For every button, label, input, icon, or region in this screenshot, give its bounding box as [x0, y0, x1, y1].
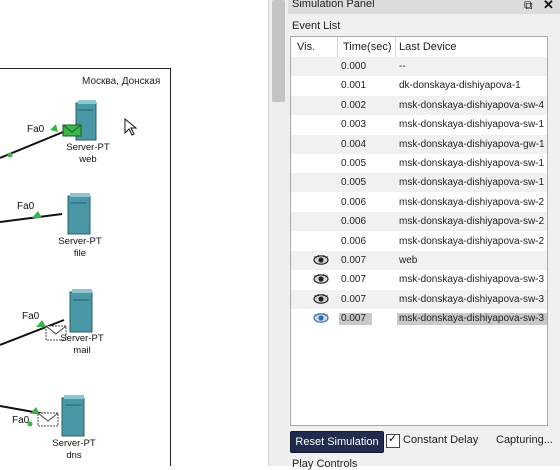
event-time: 0.005 [341, 158, 367, 169]
eye-icon[interactable] [313, 254, 329, 266]
panel-title-bar: Simulation Panel ⧉ ✕ [288, 0, 560, 14]
event-time: 0.000 [341, 61, 367, 72]
event-row[interactable]: 0.002 msk-donskaya-dishiyapova-sw-4 [291, 95, 547, 115]
server-name-label: file [73, 248, 87, 259]
server-dns[interactable]: Server-PT dns [46, 438, 102, 462]
event-last-device: -- [399, 61, 406, 72]
server-dns-icon [61, 395, 85, 437]
server-mail[interactable]: Server-PT mail [54, 333, 110, 357]
workspace-scrollbar[interactable] [268, 0, 289, 466]
server-name-label: mail [73, 345, 91, 356]
link-dot [7, 152, 13, 158]
event-row[interactable]: 0.005 msk-donskaya-dishiyapova-sw-1 [291, 154, 547, 173]
topology-diagram [0, 100, 138, 437]
event-row[interactable]: 0.004 msk-donskaya-dishiyapova-gw-1 [291, 134, 547, 154]
event-last-device: dk-donskaya-dishiyapova-1 [399, 80, 521, 92]
event-row[interactable]: 0.000 -- [291, 57, 547, 76]
event-row[interactable]: 0.007 msk-donskaya-dishiyapova-sw-3 [291, 309, 547, 328]
event-time: 0.005 [341, 177, 367, 189]
constant-delay-checkbox[interactable]: ✓ [386, 433, 400, 448]
event-last-device: msk-donskaya-dishiyapova-sw-1 [399, 177, 545, 189]
play-controls-label: Play Controls [292, 458, 358, 470]
port-label-web: Fa0 [27, 124, 45, 135]
event-time: 0.006 [341, 196, 367, 208]
event-row[interactable]: 0.006 msk-donskaya-dishiyapova-sw-2 [291, 212, 547, 232]
eye-icon[interactable] [313, 293, 329, 305]
capturing-status: Capturing... [496, 434, 553, 446]
event-time: 0.002 [341, 99, 367, 111]
event-time: 0.006 [341, 235, 367, 247]
server-type-label: Server-PT [52, 438, 96, 449]
envelope-icon [62, 124, 82, 137]
event-last-device: msk-donskaya-dishiyapova-sw-4 [399, 99, 545, 111]
link-file [0, 213, 63, 223]
event-list-label: Event List [292, 20, 341, 32]
server-name-label: web [79, 154, 97, 165]
close-icon[interactable]: ✕ [543, 0, 554, 13]
undock-icon[interactable]: ⧉ [524, 0, 533, 13]
event-row[interactable]: 0.003 msk-donskaya-dishiyapova-sw-1 [291, 115, 547, 134]
column-header-time[interactable]: Time(sec) [343, 41, 391, 53]
event-time: 0.007 [341, 274, 367, 286]
column-header-device[interactable]: Last Device [399, 41, 456, 53]
event-last-device: msk-donskaya-dishiyapova-sw-2 [399, 196, 545, 208]
panel-title: Simulation Panel [292, 0, 375, 10]
column-header-vis[interactable]: Vis. [297, 41, 315, 53]
event-list-table[interactable]: Vis. Time(sec) Last Device 0.000 -- 0.001 d… [290, 36, 548, 426]
server-type-label: Server-PT [66, 142, 110, 153]
scrollbar-thumb[interactable] [272, 0, 285, 102]
event-last-device: msk-donskaya-dishiyapova-sw-1 [399, 119, 545, 131]
event-row[interactable]: 0.006 msk-donskaya-dishiyapova-sw-2 [291, 232, 547, 251]
event-last-device: web [399, 255, 418, 266]
event-row[interactable]: 0.005 msk-donskaya-dishiyapova-sw-1 [291, 173, 547, 193]
column-divider [395, 37, 396, 57]
event-row[interactable]: 0.006 msk-donskaya-dishiyapova-sw-2 [291, 193, 547, 212]
event-time: 0.007 [339, 313, 373, 326]
event-last-device: msk-donskaya-dishiyapova-sw-3 [397, 313, 547, 326]
event-last-device: msk-donskaya-dishiyapova-gw-1 [399, 138, 545, 150]
event-last-device: msk-donskaya-dishiyapova-sw-3 [399, 274, 545, 286]
server-type-label: Server-PT [60, 333, 104, 344]
event-last-device: msk-donskaya-dishiyapova-sw-2 [399, 235, 545, 247]
server-web[interactable]: Server-PT web [60, 142, 116, 166]
event-time: 0.003 [341, 119, 367, 131]
event-last-device: msk-donskaya-dishiyapova-sw-1 [399, 158, 545, 169]
event-last-device: msk-donskaya-dishiyapova-sw-2 [399, 216, 545, 228]
event-time: 0.004 [341, 138, 367, 150]
eye-icon[interactable] [313, 312, 329, 324]
event-last-device: msk-donskaya-dishiyapova-sw-3 [399, 293, 545, 305]
simulation-panel: Simulation Panel ⧉ ✕ Event List Vis. Tim… [288, 0, 560, 470]
logical-workspace[interactable]: Москва, Донская Fa0 Fa0 Fa0 Fa0 Server-P… [0, 0, 270, 466]
event-row[interactable]: 0.001 dk-donskaya-dishiyapova-1 [291, 76, 547, 95]
server-type-label: Server-PT [58, 236, 102, 247]
constant-delay-label: Constant Delay [403, 434, 479, 446]
checkmark-icon: ✓ [388, 433, 398, 445]
server-name-label: dns [66, 450, 82, 461]
eye-icon[interactable] [313, 273, 329, 285]
envelope-icon [37, 412, 59, 427]
port-label-file: Fa0 [17, 201, 35, 212]
mouse-cursor-icon [124, 117, 138, 136]
event-row[interactable]: 0.007 web [291, 251, 547, 270]
column-divider [337, 37, 338, 57]
event-time: 0.007 [341, 255, 367, 266]
port-label-dns: Fa0 [12, 415, 30, 426]
event-time: 0.007 [341, 293, 367, 305]
event-row[interactable]: 0.007 msk-donskaya-dishiyapova-sw-3 [291, 289, 547, 309]
link-up-icon [50, 124, 58, 132]
port-label-mail: Fa0 [22, 311, 40, 322]
event-time: 0.001 [341, 80, 367, 92]
event-row[interactable]: 0.007 msk-donskaya-dishiyapova-sw-3 [291, 270, 547, 289]
event-time: 0.006 [341, 216, 367, 228]
reset-simulation-button[interactable]: Reset Simulation [290, 431, 384, 453]
server-file[interactable]: Server-PT file [52, 236, 108, 260]
link-up-icon [32, 211, 42, 218]
server-mail-icon [69, 289, 93, 333]
server-file-icon [67, 193, 91, 235]
